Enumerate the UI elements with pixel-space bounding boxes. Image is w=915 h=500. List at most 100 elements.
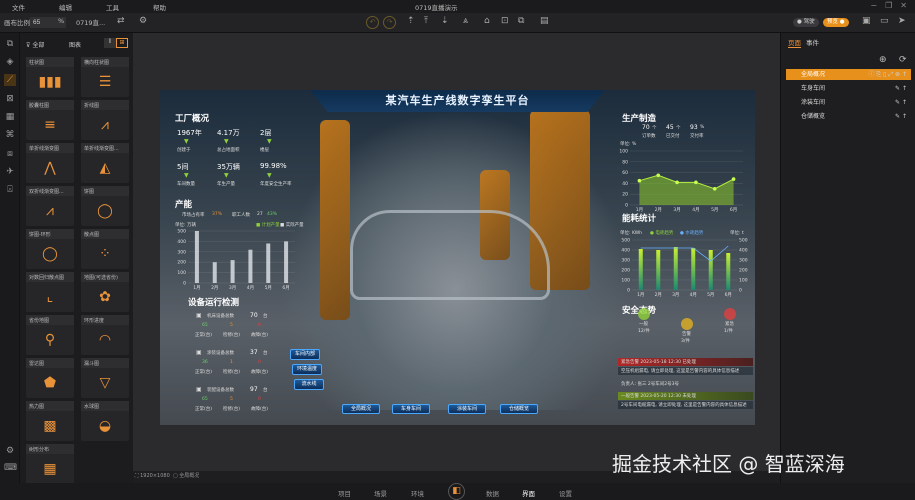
- top-icon[interactable]: ⤒: [424, 16, 428, 26]
- component-card[interactable]: 水球图 ◒: [81, 401, 129, 441]
- page-item[interactable]: 涂装车间 ✎ ↑: [786, 97, 911, 108]
- filter-dropdown[interactable]: ⊽ 全部: [26, 40, 44, 49]
- component-card[interactable]: 树形分布 ▦: [26, 444, 74, 484]
- component-icon[interactable]: ⧉: [4, 38, 16, 50]
- nav-environment[interactable]: 环境: [411, 488, 424, 498]
- component-card[interactable]: 省份地图 ⚲: [26, 315, 74, 355]
- monitor-icon[interactable]: ▭: [880, 16, 889, 26]
- stat-value: 99.98%: [260, 162, 287, 170]
- component-card[interactable]: 单折线渐变图... ◭: [81, 143, 129, 183]
- send-icon[interactable]: ➤: [898, 16, 906, 26]
- alarm-header[interactable]: 一般告警 2023-05-20 12:30 未处理: [618, 392, 753, 400]
- component-card[interactable]: 热力图 ▩: [26, 401, 74, 441]
- menu-help[interactable]: 帮助: [153, 2, 166, 12]
- minimize-icon[interactable]: −: [870, 1, 877, 10]
- page-item[interactable]: 全局概况 ⓘ ⎘ ▯ ⤢ ⊗ ↑: [786, 69, 911, 80]
- page-item[interactable]: 车身车间 ✎ ↑: [786, 83, 911, 94]
- page-actions-icon[interactable]: ⓘ ⎘ ▯ ⤢ ⊗ ↑: [869, 69, 908, 80]
- component-card[interactable]: 饼图-环形 ◯: [26, 229, 74, 269]
- nav-settings[interactable]: 设置: [559, 488, 572, 498]
- redo-icon[interactable]: ↷: [383, 16, 396, 29]
- component-card[interactable]: 雷达图 ⬟: [26, 358, 74, 398]
- download-icon[interactable]: ⇣: [441, 16, 449, 26]
- alarm-list[interactable]: 紧急告警 2023-05-18 12:30 已处理 空压机组漏电, 请立即处理, …: [618, 358, 755, 425]
- brush-icon[interactable]: ⩓: [463, 16, 468, 26]
- layer-icon[interactable]: ▤: [540, 16, 549, 26]
- flow-icon[interactable]: ⌘: [4, 129, 16, 141]
- component-card[interactable]: 对数回归散点图 ⌞: [26, 272, 74, 312]
- maximize-icon[interactable]: ❐: [885, 1, 892, 10]
- nav-project[interactable]: 项目: [338, 488, 351, 498]
- page-actions-icon[interactable]: ✎ ↑: [895, 111, 907, 122]
- upload-icon[interactable]: ⇡: [407, 16, 415, 26]
- chart-icon[interactable]: ⟋: [4, 74, 16, 86]
- image-icon[interactable]: ⊠: [4, 93, 16, 105]
- drive-toggle[interactable]: ● 驾驶: [793, 18, 819, 27]
- tab-pages[interactable]: 页面: [788, 37, 801, 48]
- gear-icon[interactable]: ⚙: [4, 445, 16, 457]
- component-card[interactable]: 散点图 ⁘: [81, 229, 129, 269]
- save-icon[interactable]: ▣: [862, 16, 871, 26]
- dashboard-nav-button[interactable]: 仓储概览: [500, 404, 538, 414]
- page-actions-icon[interactable]: ✎ ↑: [895, 97, 907, 108]
- nav-scene[interactable]: 场景: [374, 488, 387, 498]
- component-card[interactable]: 柱状图 ▮▮▮: [26, 57, 74, 97]
- menu-edit[interactable]: 编辑: [59, 2, 72, 12]
- component-card[interactable]: 地图(可选省份) ✿: [81, 272, 129, 312]
- x-tick-label: 1月: [637, 292, 644, 298]
- dashboard-nav-button[interactable]: 车身车间: [392, 404, 430, 414]
- component-thumbnail-icon: ▩: [43, 418, 57, 434]
- alarm-header[interactable]: 紧急告警 2023-05-18 12:30 已处理: [618, 358, 753, 366]
- scale-label: 画布比例: [4, 19, 30, 27]
- dashboard-canvas[interactable]: 某汽车生产线数字孪生平台 工厂概况 1967年 ▼ 创建于 4.17万 ▼ 总占地面积 2层…: [160, 90, 755, 425]
- page-item[interactable]: 仓储概览 ✎ ↑: [786, 111, 911, 122]
- fault-count: 0: [258, 323, 261, 328]
- close-icon[interactable]: ✕: [900, 1, 907, 10]
- nav-data[interactable]: 数据: [486, 488, 499, 498]
- dashboard-nav-button[interactable]: 涂装车间: [448, 404, 486, 414]
- component-card[interactable]: 双折线渐变图... ⩘: [26, 186, 74, 226]
- menu-file[interactable]: 文件: [12, 2, 25, 12]
- equipment-total: 97: [250, 386, 258, 393]
- group-icon[interactable]: ⌂: [484, 16, 490, 26]
- keyboard-icon[interactable]: ⌨: [4, 462, 17, 474]
- side-view-button[interactable]: 流水线: [294, 379, 324, 390]
- logo-icon[interactable]: ◧: [448, 483, 465, 500]
- ungroup-icon[interactable]: ⧉: [518, 16, 524, 26]
- side-view-button[interactable]: 环境温度: [292, 364, 322, 375]
- factory-3d-scene[interactable]: [280, 110, 630, 410]
- component-card[interactable]: 折线图 ⩘: [81, 100, 129, 140]
- project-name[interactable]: 0719直...: [76, 17, 105, 27]
- component-card[interactable]: 横向柱状图 ☰: [81, 57, 129, 97]
- menu-tools[interactable]: 工具: [106, 2, 119, 12]
- table-icon[interactable]: ▦: [4, 111, 16, 123]
- component-card[interactable]: 漏斗图 ▽: [81, 358, 129, 398]
- component-card[interactable]: 环形进度 ◠: [81, 315, 129, 355]
- refresh-icon[interactable]: ⟳: [899, 55, 907, 65]
- component-card[interactable]: 胶囊柱图 ≡: [26, 100, 74, 140]
- switch-icon[interactable]: ⇄: [117, 16, 125, 26]
- plane-icon[interactable]: ✈: [4, 166, 16, 178]
- undo-icon[interactable]: ↶: [366, 16, 379, 29]
- component-card[interactable]: 单折线渐变图 ⋀: [26, 143, 74, 183]
- tab-events[interactable]: 事件: [806, 37, 819, 47]
- dashboard-nav-button[interactable]: 全局概况: [342, 404, 380, 414]
- add-page-icon[interactable]: ⊕: [879, 55, 887, 65]
- frame-icon[interactable]: ⊡: [501, 16, 509, 26]
- grid-view-icon[interactable]: ⊞: [116, 38, 128, 48]
- settings-icon[interactable]: ⚙: [139, 16, 147, 26]
- y-tick-label: 400: [177, 239, 186, 245]
- layers-icon[interactable]: ◈: [4, 56, 16, 68]
- device-icon[interactable]: ⧈: [4, 148, 16, 160]
- page-actions-icon[interactable]: ✎ ↑: [895, 83, 907, 94]
- component-thumbnail-icon: ◯: [42, 246, 58, 262]
- side-view-button[interactable]: 车间内部: [290, 349, 320, 360]
- preview-toggle[interactable]: 预览 ●: [823, 18, 849, 27]
- user-icon[interactable]: ⍓: [4, 184, 16, 196]
- component-card[interactable]: 饼图 ◯: [81, 186, 129, 226]
- list-view-icon[interactable]: ⦀: [104, 38, 116, 48]
- safety-level-name: 紧急: [725, 322, 734, 327]
- equipment-unit: 台: [263, 388, 268, 393]
- dashboard-title: 某汽车生产线数字孪生平台: [310, 90, 605, 112]
- nav-interface[interactable]: 界面: [522, 488, 535, 498]
